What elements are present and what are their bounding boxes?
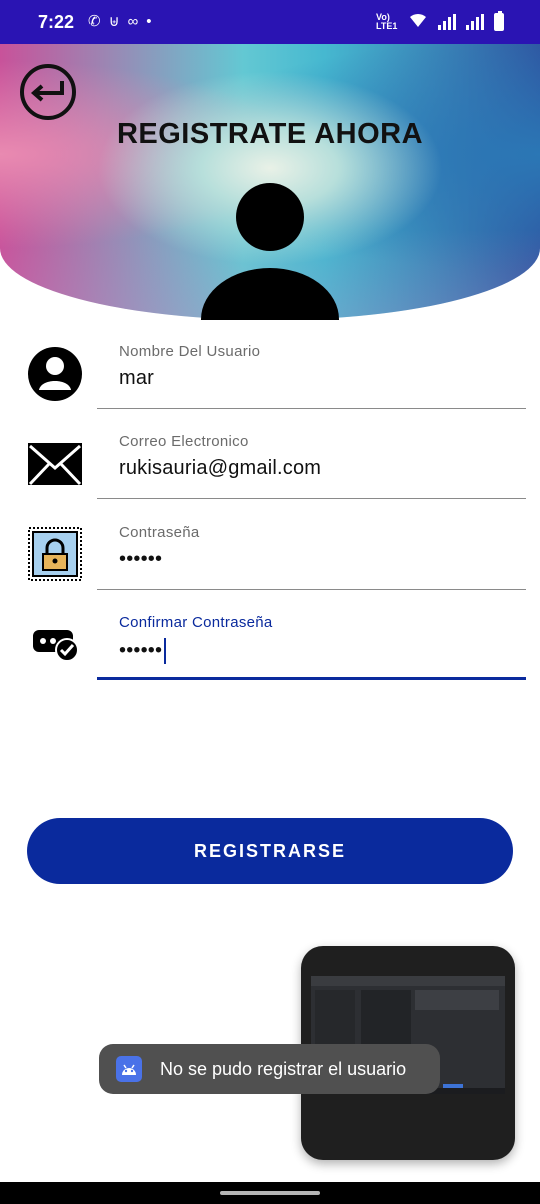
preview-toolbar: [311, 976, 505, 986]
password-check-icon: [27, 616, 83, 672]
signal-icon: [466, 13, 484, 30]
preview-panel: [415, 990, 499, 1010]
wifi-icon: [408, 12, 428, 31]
confirm-password-value[interactable]: ••••••: [119, 638, 167, 664]
text-caret: [164, 638, 167, 664]
phone-icon: ✆: [88, 13, 109, 30]
page-title: REGISTRATE AHORA: [116, 118, 424, 150]
lock-icon: [27, 526, 83, 582]
status-left-icons: ✆⊎∞•: [88, 12, 160, 30]
voicemail-icon: ∞: [127, 13, 147, 30]
username-label: Nombre Del Usuario: [119, 343, 261, 360]
status-bar: 7:22 ✆⊎∞• Vo) LTE1: [0, 0, 540, 44]
password-value[interactable]: ••••••: [119, 548, 162, 571]
envelope-icon: [27, 436, 83, 492]
volte-icon: Vo) LTE1: [376, 11, 398, 31]
password-field[interactable]: Contraseña ••••••: [97, 524, 526, 590]
email-field[interactable]: Correo Electronico rukisauria@gmail.com: [97, 433, 526, 499]
email-label: Correo Electronico: [119, 433, 249, 450]
back-arrow-icon[interactable]: [20, 64, 76, 120]
confirm-password-field[interactable]: Confirmar Contraseña ••••••: [97, 614, 526, 680]
dot-icon: •: [146, 13, 160, 30]
toast: No se pudo registrar el usuario: [99, 1044, 440, 1094]
register-button[interactable]: REGISTRARSE: [27, 818, 513, 884]
username-value[interactable]: mar: [119, 367, 154, 390]
battery-charging-icon: [494, 10, 504, 31]
home-gesture-handle[interactable]: [220, 1191, 320, 1195]
status-time: 7:22: [38, 12, 75, 32]
usb-icon: ⊎: [108, 13, 128, 30]
username-field[interactable]: Nombre Del Usuario mar: [97, 343, 526, 409]
confirm-password-label: Confirmar Contraseña: [119, 614, 273, 631]
navigation-bar: [0, 1182, 540, 1204]
avatar-head: [236, 183, 304, 251]
confirm-password-text: ••••••: [119, 639, 163, 662]
signal-icon: [438, 13, 456, 30]
status-right-icons: Vo) LTE1: [376, 10, 504, 31]
email-value[interactable]: rukisauria@gmail.com: [119, 457, 321, 480]
user-circle-icon: [27, 346, 83, 402]
password-label: Contraseña: [119, 524, 200, 541]
android-icon: [116, 1056, 142, 1082]
toast-message: No se pudo registrar el usuario: [160, 1058, 407, 1079]
